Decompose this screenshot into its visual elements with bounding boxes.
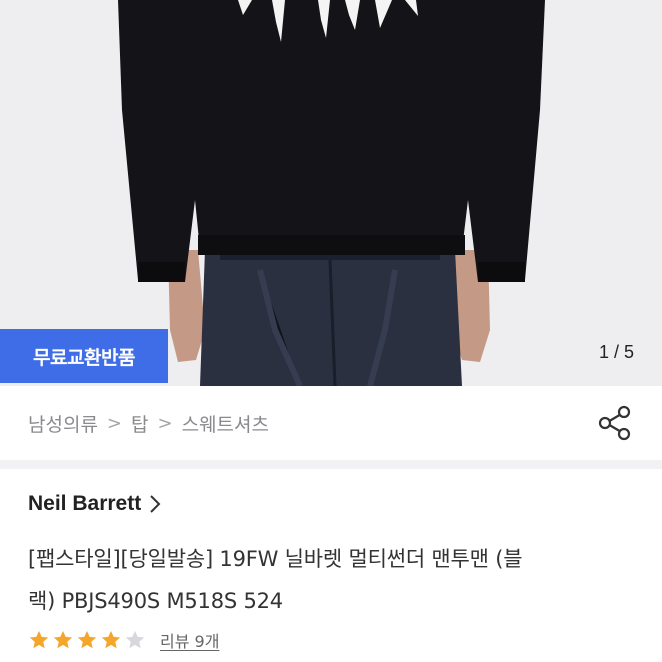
breadcrumb-item-sweatshirt[interactable]: 스웨트셔츠 xyxy=(182,410,269,437)
brand-name: Neil Barrett xyxy=(28,492,142,515)
product-title-line-1: [팹스타일][당일발송] 19FW 닐바렛 멀티썬더 맨투맨 (블 xyxy=(28,547,523,571)
image-page-indicator: 1 / 5 xyxy=(598,342,634,362)
star-filled-icon xyxy=(53,630,73,649)
product-image-gallery[interactable]: 무료교환반품 1 / 5 xyxy=(0,0,662,386)
breadcrumb-separator: > xyxy=(157,413,173,434)
free-exchange-return-badge: 무료교환반품 xyxy=(0,329,168,383)
share-icon xyxy=(598,405,631,441)
breadcrumb-bar: 남성의류 > 탑 > 스웨트셔츠 xyxy=(0,386,662,469)
rating-row: 리뷰 9개 xyxy=(28,628,219,652)
breadcrumb-separator: > xyxy=(106,413,123,434)
breadcrumb-item-mens-clothing[interactable]: 남성의류 xyxy=(28,410,98,437)
breadcrumb: 남성의류 > 탑 > 스웨트셔츠 xyxy=(28,410,269,437)
review-count-link[interactable]: 리뷰 9개 xyxy=(160,628,219,652)
breadcrumb-item-top[interactable]: 탑 xyxy=(131,410,148,437)
star-filled-icon xyxy=(29,630,49,649)
chevron-right-icon xyxy=(150,495,161,513)
brand-link[interactable]: Neil Barrett xyxy=(28,492,161,516)
product-title: [팹스타일][당일발송] 19FW 닐바렛 멀티썬더 맨투맨 (블 랙) PBJ… xyxy=(28,538,638,622)
share-button[interactable] xyxy=(597,405,633,445)
product-title-line-2: 랙) PBJS490S M518S 524 xyxy=(28,589,283,613)
star-filled-icon xyxy=(77,630,97,649)
star-empty-icon xyxy=(125,630,145,649)
star-filled-icon xyxy=(101,630,121,649)
star-rating xyxy=(28,629,148,651)
